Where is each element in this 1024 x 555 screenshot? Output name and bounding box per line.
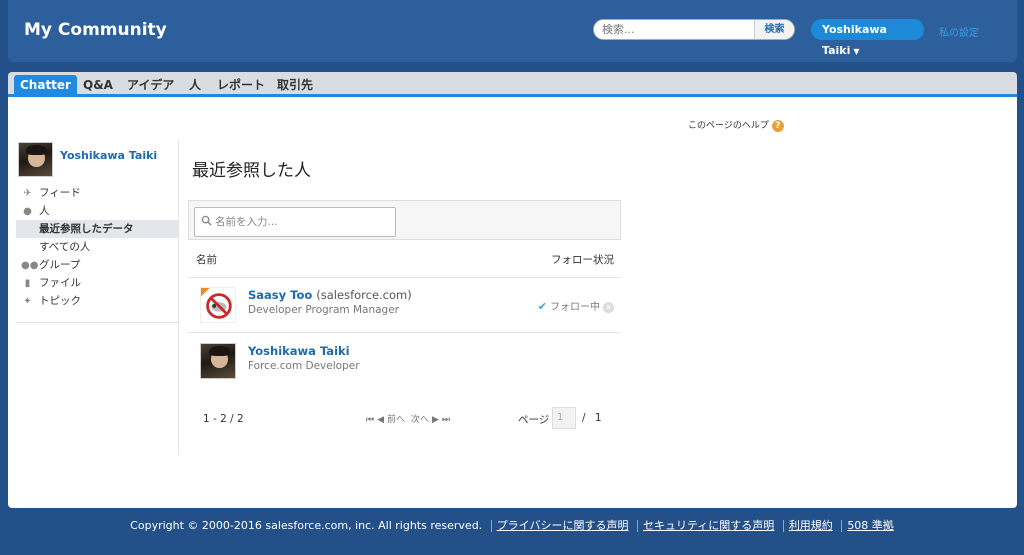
person-name: Yoshikawa Taiki <box>248 344 350 358</box>
privacy-link[interactable]: プライバシーに関する声明 <box>497 519 629 532</box>
last-page-icon[interactable]: ⏭ <box>442 415 450 425</box>
help-link[interactable]: このページのヘルプ? <box>688 118 784 132</box>
prev-page-button[interactable]: 前へ <box>387 415 405 425</box>
sidebar-item-topics[interactable]: ✦ トピック <box>16 292 178 310</box>
page-title: 最近参照した人 <box>192 161 311 181</box>
person-icon: ● <box>23 206 32 217</box>
footer-separator <box>782 520 784 532</box>
group-icon: ●● <box>21 260 39 271</box>
page-number-input[interactable]: 1 <box>552 407 576 429</box>
sidebar-item-all-people[interactable]: すべての人 <box>16 238 178 256</box>
page-total: / 1 <box>582 412 602 424</box>
filter-bar <box>188 200 621 240</box>
sidebar-item-label: 最近参照したデータ <box>39 223 134 235</box>
sidebar: Yoshikawa Taiki ✈ フィード ● 人 最近参照したデータ すべての人… <box>16 140 178 323</box>
name-search-box <box>194 207 396 237</box>
sidebar-item-label: フィード <box>39 187 81 199</box>
search-input[interactable] <box>594 20 754 39</box>
my-settings-link[interactable]: 私の設定 <box>939 24 979 39</box>
name-search-input[interactable] <box>215 214 390 230</box>
footer-separator <box>636 520 638 532</box>
person-title: Force.com Developer <box>248 360 360 372</box>
follow-status-label: フォロー中 <box>550 302 600 313</box>
next-page-icon[interactable]: ▶ <box>432 415 439 425</box>
help-label: このページのヘルプ <box>688 121 769 131</box>
person-org: (salesforce.com) <box>316 288 412 302</box>
page-label: ページ <box>518 414 550 426</box>
sidebar-item-label: すべての人 <box>39 241 91 253</box>
sidebar-item-label: ファイル <box>39 277 81 289</box>
sidebar-item-label: グループ <box>39 259 81 271</box>
search-button[interactable]: 検索 <box>754 20 794 39</box>
footer-separator <box>841 520 843 532</box>
sidebar-item-people[interactable]: ● 人 <box>16 202 178 220</box>
sidebar-nav: ✈ フィード ● 人 最近参照したデータ すべての人 ●●グループ ▮ ファイル ✦ ト… <box>16 184 178 310</box>
avatar[interactable] <box>200 287 236 323</box>
chevron-down-icon: ▼ <box>853 47 860 56</box>
footer: Copyright © 2000-2016 salesforce.com, in… <box>0 517 1024 533</box>
sidebar-item-label: トピック <box>39 295 81 307</box>
vertical-divider <box>178 140 179 455</box>
tab-bar: Chatter Q&A アイデア 人 レポート 取引先 <box>8 72 1017 97</box>
table-row: Yoshikawa Taiki Force.com Developer <box>188 334 621 389</box>
sidebar-user-name[interactable]: Yoshikawa Taiki <box>60 149 157 162</box>
topic-icon: ✦ <box>23 296 32 307</box>
sidebar-item-label: 人 <box>39 205 50 217</box>
sidebar-divider <box>16 322 178 323</box>
tab-qa[interactable]: Q&A <box>83 76 113 94</box>
tab-reports[interactable]: レポート <box>217 76 265 94</box>
global-search: 検索 <box>593 19 795 40</box>
terms-link[interactable]: 利用規約 <box>789 519 833 532</box>
pager-nav: ⏮ ◀ 前へ 次へ ▶ ⏭ <box>366 412 453 425</box>
sidebar-item-files[interactable]: ▮ ファイル <box>16 274 178 292</box>
sidebar-item-groups[interactable]: ●●グループ <box>16 256 178 274</box>
tab-accounts[interactable]: 取引先 <box>277 76 313 94</box>
table-header: 名前 フォロー状況 <box>188 240 621 278</box>
help-icon: ? <box>771 119 784 132</box>
prev-page-icon[interactable]: ◀ <box>377 415 384 425</box>
avatar[interactable] <box>18 142 53 177</box>
community-title[interactable]: My Community <box>24 20 167 40</box>
section-508-link[interactable]: 508 準拠 <box>847 519 894 532</box>
content-panel: このページのヘルプ? Yoshikawa Taiki ✈ フィード ● 人 最近参照… <box>8 97 1017 508</box>
column-header-name[interactable]: 名前 <box>196 252 217 267</box>
person-name: Saasy Too <box>248 288 313 302</box>
unfollow-icon[interactable]: ✕ <box>603 301 614 313</box>
column-header-follow[interactable]: フォロー状況 <box>551 252 614 267</box>
sidebar-item-recently-viewed[interactable]: 最近参照したデータ <box>16 220 178 238</box>
pagination: 1 - 2 / 2 ⏮ ◀ 前へ 次へ ▶ ⏭ ページ 1 / 1 <box>188 405 621 435</box>
user-menu-button[interactable]: Yoshikawa Taiki ▼ <box>811 19 924 57</box>
footer-separator <box>490 520 492 532</box>
checkmark-icon: ✔ <box>537 300 547 313</box>
sidebar-item-feed[interactable]: ✈ フィード <box>16 184 178 202</box>
record-count: 1 - 2 / 2 <box>203 413 244 425</box>
tab-people[interactable]: 人 <box>189 76 201 94</box>
tab-ideas[interactable]: アイデア <box>127 76 174 94</box>
header: My Community 検索 Yoshikawa Taiki▼ 私の設定 <box>8 0 1017 62</box>
person-name-link[interactable]: Saasy Too (salesforce.com) <box>248 288 412 302</box>
people-table: 名前 フォロー状況 Saasy Too(salesforce.com) Deve… <box>188 200 621 438</box>
search-icon <box>201 215 212 226</box>
follow-status: ✔ フォロー中 ✕ <box>538 298 614 313</box>
feed-icon: ✈ <box>23 188 32 199</box>
next-page-button[interactable]: 次へ <box>411 415 429 425</box>
person-title: Developer Program Manager <box>248 304 400 316</box>
file-icon: ▮ <box>24 278 31 289</box>
table-row: Saasy Too (salesforce.com) Developer Prog… <box>188 278 621 333</box>
first-page-icon[interactable]: ⏮ <box>366 415 374 425</box>
tab-chatter[interactable]: Chatter <box>14 75 77 95</box>
copyright: Copyright © 2000-2016 salesforce.com, in… <box>130 519 483 532</box>
avatar[interactable] <box>200 343 236 379</box>
no-cloud-icon <box>201 288 232 319</box>
security-link[interactable]: セキュリティに関する声明 <box>643 519 774 532</box>
person-name-link[interactable]: Yoshikawa Taiki <box>248 344 350 358</box>
